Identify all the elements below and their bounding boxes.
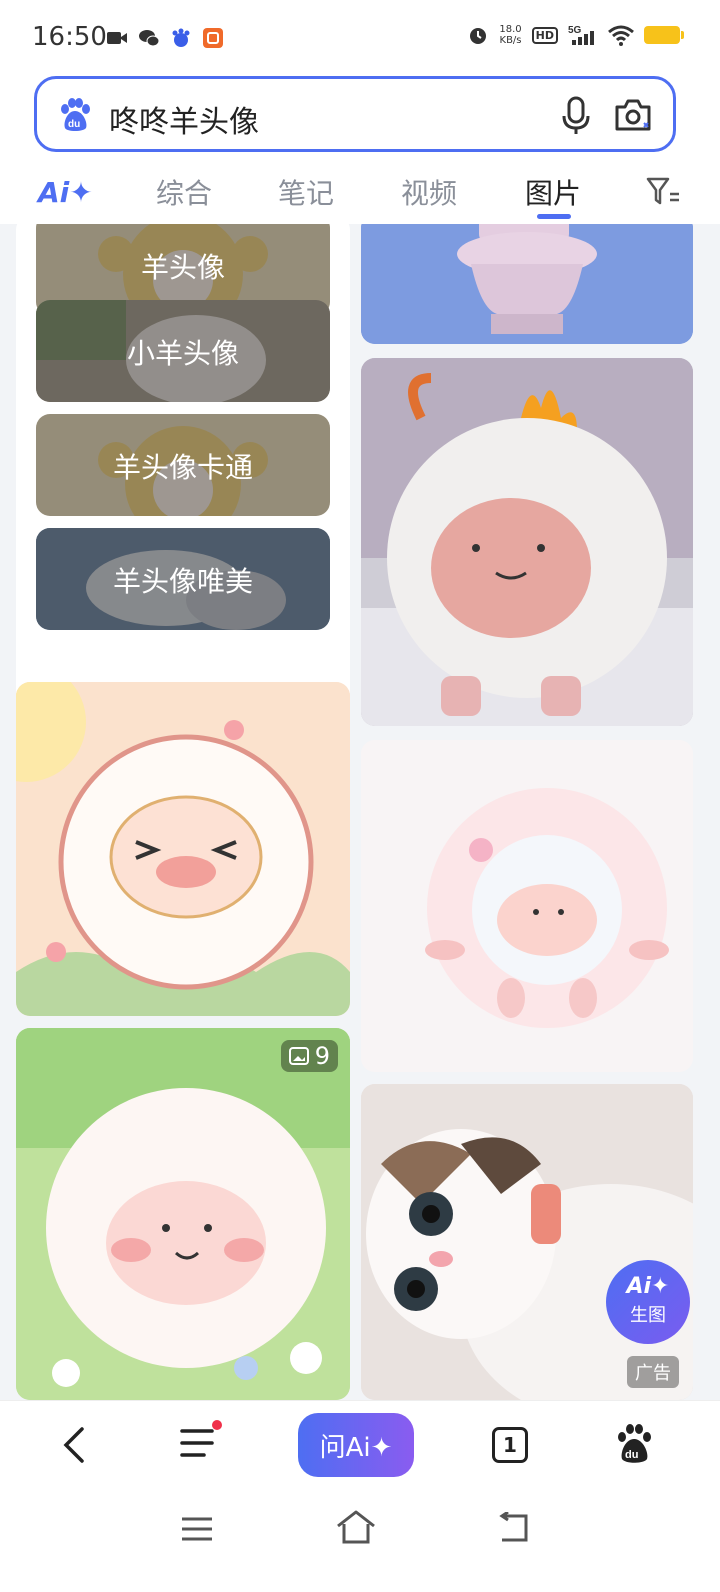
cartoon-sheep-smiling-image [16,1028,350,1400]
recent-apps-icon[interactable] [180,1514,214,1544]
net-speed: 18.0 KB/s [499,24,522,46]
pastel-sheep-image [361,740,693,1072]
system-navigation-bar [0,1492,720,1592]
system-indicators: 18.0 KB/s HD 5G [467,24,684,46]
menu-icon[interactable] [180,1419,226,1463]
svg-text:du: du [625,1449,638,1461]
multi-image-badge: 9 [280,1040,338,1072]
related-item[interactable]: 羊头像卡通 [36,414,330,516]
baidu-home-icon[interactable]: du [614,1423,654,1465]
microphone-icon[interactable] [561,96,591,136]
kitten-image [361,1084,693,1400]
image-result[interactable] [361,740,693,1072]
wifi-icon [608,25,634,46]
tab-ai[interactable]: Ai✦ [38,176,93,209]
image-result[interactable] [361,358,693,726]
video-icon [107,32,127,44]
status-bar: 16:50 18.0 KB/s HD 5G [0,0,720,76]
ad-label: 广告 [627,1356,679,1388]
baidu-paw-icon: du [61,98,90,131]
tab-comprehensive[interactable]: 综合 [156,172,212,212]
search-query[interactable]: 咚咚羊头像 [109,97,259,141]
svg-text:5G: 5G [568,25,582,36]
image-result[interactable] [16,682,350,1016]
image-result[interactable] [361,224,693,344]
tab-images[interactable]: 图片 [525,172,581,212]
baidu-icon [172,28,190,47]
svg-text:du: du [68,119,80,130]
related-item[interactable]: 小羊头像 [36,300,330,402]
tab-videos[interactable]: 视频 [401,172,457,212]
hd-badge: HD [531,26,558,44]
active-tab-indicator [537,214,571,219]
gallery-icon [288,1047,309,1065]
ask-ai-button[interactable]: 问Ai✦ [298,1413,414,1477]
filter-icon[interactable] [646,176,680,206]
image-result[interactable]: 9 [16,1028,350,1400]
alarm-icon [470,28,487,44]
wechat-icon [139,30,160,47]
app-icon [203,28,223,48]
signal-icon: 5G [568,25,594,45]
clock: 16:50 [32,22,107,52]
image-results: 羊头像 小羊头像 羊头像卡通 羊头像唯美 9 广告 Ai✦ 生图 [0,224,720,1400]
tabs-count-button[interactable]: 1 [492,1427,528,1463]
battery-icon [644,26,684,44]
search-input[interactable]: du 咚咚羊头像 [34,76,676,152]
related-item[interactable]: 羊头像唯美 [36,528,330,630]
search-bar-area: du 咚咚羊头像 [0,76,720,156]
toilet-image [361,224,693,344]
cartoon-sheep-crying-image [16,682,350,1016]
image-result[interactable]: 广告 [361,1084,693,1400]
home-icon[interactable] [336,1510,376,1544]
search-tabs: Ai✦ 综合 笔记 视频 图片 [0,156,720,224]
angry-sheep-figure-image [361,358,693,726]
notification-icons [106,28,224,48]
camera-search-icon[interactable] [613,97,653,135]
tab-notes[interactable]: 笔记 [278,172,334,212]
system-back-icon[interactable] [496,1512,530,1544]
bottom-navigation: 问Ai✦ 1 du [0,1400,720,1492]
ai-generate-image-button[interactable]: Ai✦ 生图 [606,1260,690,1344]
back-icon[interactable] [60,1425,90,1465]
